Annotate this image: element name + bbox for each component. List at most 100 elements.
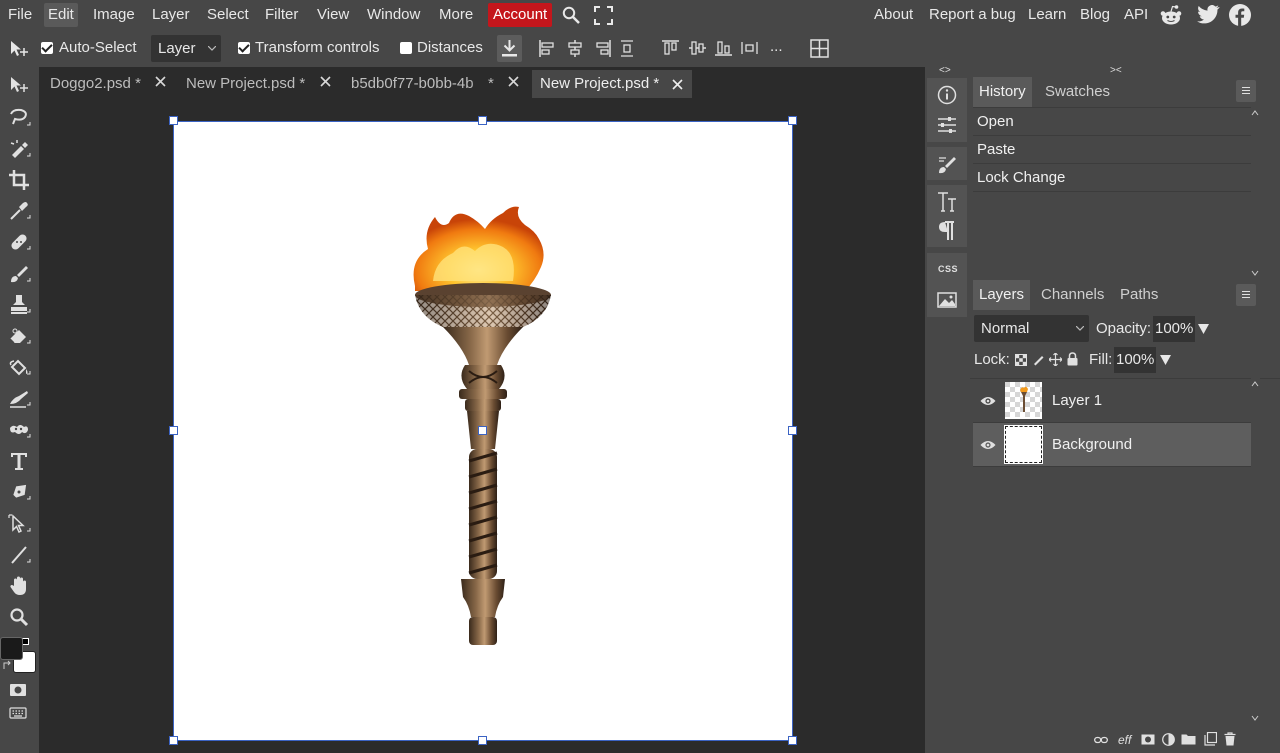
- tab-new-project-active[interactable]: New Project.psd *: [532, 70, 692, 98]
- align-middle-vertical-icon[interactable]: [689, 40, 706, 56]
- lock-all-icon[interactable]: [1067, 352, 1078, 366]
- tab-new-project-1[interactable]: New Project.psd *: [178, 70, 328, 98]
- distribute-vertical-icon[interactable]: [621, 40, 633, 57]
- history-scrollbar[interactable]: [1251, 107, 1260, 279]
- link-blog[interactable]: Blog: [1080, 3, 1110, 27]
- tab-channels[interactable]: Channels: [1035, 280, 1110, 310]
- twitter-icon[interactable]: [1197, 5, 1220, 24]
- tool-eraser[interactable]: [5, 322, 33, 350]
- opacity-input[interactable]: 100%: [1153, 316, 1195, 342]
- tool-quick-selection[interactable]: [5, 135, 33, 163]
- tool-sponge[interactable]: [5, 416, 33, 444]
- collapse-panels-left[interactable]: <>: [939, 65, 951, 76]
- tool-direct-select[interactable]: [5, 510, 33, 538]
- link-api[interactable]: API: [1124, 3, 1148, 27]
- history-item[interactable]: Lock Change: [973, 164, 1251, 192]
- menu-account[interactable]: Account: [488, 3, 553, 27]
- paragraph-icon[interactable]: [935, 219, 959, 243]
- link-learn[interactable]: Learn: [1028, 3, 1066, 27]
- tool-crop[interactable]: [5, 166, 33, 194]
- align-right-icon[interactable]: [595, 40, 611, 57]
- tab-layers[interactable]: Layers: [973, 280, 1031, 310]
- tab-swatches[interactable]: Swatches: [1039, 77, 1116, 107]
- distances-checkbox[interactable]: [400, 42, 412, 54]
- fill-slider-toggle-icon[interactable]: [1160, 355, 1171, 365]
- tool-eyedropper[interactable]: [5, 197, 33, 225]
- tool-clone-stamp[interactable]: [5, 291, 33, 319]
- tool-move[interactable]: [5, 72, 33, 100]
- link-report-bug[interactable]: Report a bug: [929, 3, 1016, 27]
- transform-handle-bottom-right[interactable]: [788, 736, 797, 745]
- auto-select-target-dropdown[interactable]: Layer: [151, 35, 221, 62]
- keyboard-icon[interactable]: [9, 707, 27, 719]
- history-item[interactable]: Open: [973, 108, 1251, 136]
- layer-effects-button[interactable]: eff: [1118, 733, 1131, 747]
- menu-view[interactable]: View: [313, 3, 353, 27]
- character-icon[interactable]: [935, 190, 959, 214]
- blend-mode-dropdown[interactable]: Normal: [974, 315, 1089, 342]
- default-colors-button[interactable]: [22, 638, 29, 645]
- swap-colors-icon[interactable]: [2, 660, 12, 670]
- foreground-color-swatch[interactable]: [0, 637, 23, 660]
- menu-select[interactable]: Select: [203, 3, 253, 27]
- history-item[interactable]: Paste: [973, 136, 1251, 164]
- info-icon[interactable]: [935, 83, 959, 107]
- more-align-options-button[interactable]: ...: [770, 38, 783, 55]
- tool-paint-bucket[interactable]: [5, 353, 33, 381]
- transform-handle-bottom[interactable]: [478, 736, 487, 745]
- tab-paths[interactable]: Paths: [1114, 280, 1164, 310]
- close-icon[interactable]: [508, 76, 519, 87]
- align-top-icon[interactable]: [662, 40, 679, 56]
- menu-image[interactable]: Image: [89, 3, 139, 27]
- scroll-up-icon[interactable]: [1251, 380, 1259, 388]
- layers-panel-menu-button[interactable]: [1236, 284, 1256, 306]
- tool-line[interactable]: [5, 541, 33, 569]
- reddit-icon[interactable]: [1159, 4, 1183, 26]
- eye-icon[interactable]: [980, 439, 996, 451]
- brush-settings-icon[interactable]: [935, 152, 959, 176]
- scroll-down-icon[interactable]: [1251, 269, 1259, 277]
- link-layers-icon[interactable]: [1094, 736, 1108, 744]
- tab-history[interactable]: History: [973, 77, 1032, 107]
- opacity-slider-toggle-icon[interactable]: [1198, 324, 1209, 334]
- fill-input[interactable]: 100%: [1114, 347, 1156, 373]
- tool-brush[interactable]: [5, 260, 33, 288]
- quick-mask-icon[interactable]: [9, 683, 27, 697]
- tab-b5db0f77[interactable]: b5db0f77-b0bb-4b *: [343, 70, 503, 98]
- lock-transparency-icon[interactable]: [1015, 354, 1027, 366]
- align-center-horizontal-icon[interactable]: [567, 40, 583, 57]
- tool-zoom[interactable]: [5, 603, 33, 631]
- tool-healing-brush[interactable]: [5, 228, 33, 256]
- eye-icon[interactable]: [980, 395, 996, 407]
- menu-window[interactable]: Window: [363, 3, 424, 27]
- adjustment-layer-icon[interactable]: [1162, 733, 1175, 746]
- delete-layer-icon[interactable]: [1224, 732, 1236, 746]
- lock-pixels-icon[interactable]: [1032, 353, 1045, 366]
- transform-handle-center[interactable]: [478, 426, 487, 435]
- close-icon[interactable]: [320, 76, 331, 87]
- menu-file[interactable]: File: [4, 3, 36, 27]
- lock-position-icon[interactable]: [1049, 353, 1062, 366]
- transform-controls-checkbox[interactable]: [238, 42, 250, 54]
- css-panel-button[interactable]: CSS: [938, 264, 958, 274]
- adjustments-icon[interactable]: [935, 113, 959, 137]
- layers-scrollbar[interactable]: [1251, 378, 1260, 726]
- scroll-up-icon[interactable]: [1251, 109, 1259, 117]
- search-icon[interactable]: [562, 6, 580, 24]
- collapse-panels-right[interactable]: ><: [1110, 65, 1122, 76]
- layer-row-layer-1[interactable]: Layer 1: [973, 379, 1251, 423]
- tool-type[interactable]: [5, 447, 33, 475]
- layer-row-background[interactable]: Background: [973, 423, 1251, 467]
- scroll-down-icon[interactable]: [1251, 714, 1259, 722]
- tool-smudge[interactable]: [5, 384, 33, 412]
- image-icon[interactable]: [935, 288, 959, 312]
- close-icon[interactable]: [155, 76, 166, 87]
- transform-handle-top[interactable]: [478, 116, 487, 125]
- transform-handle-right[interactable]: [788, 426, 797, 435]
- transform-handle-left[interactable]: [169, 426, 178, 435]
- tool-pen[interactable]: [5, 478, 33, 506]
- fullscreen-icon[interactable]: [594, 6, 613, 25]
- menu-edit[interactable]: Edit: [44, 3, 78, 27]
- transform-handle-top-right[interactable]: [788, 116, 797, 125]
- transform-handle-bottom-left[interactable]: [169, 736, 178, 745]
